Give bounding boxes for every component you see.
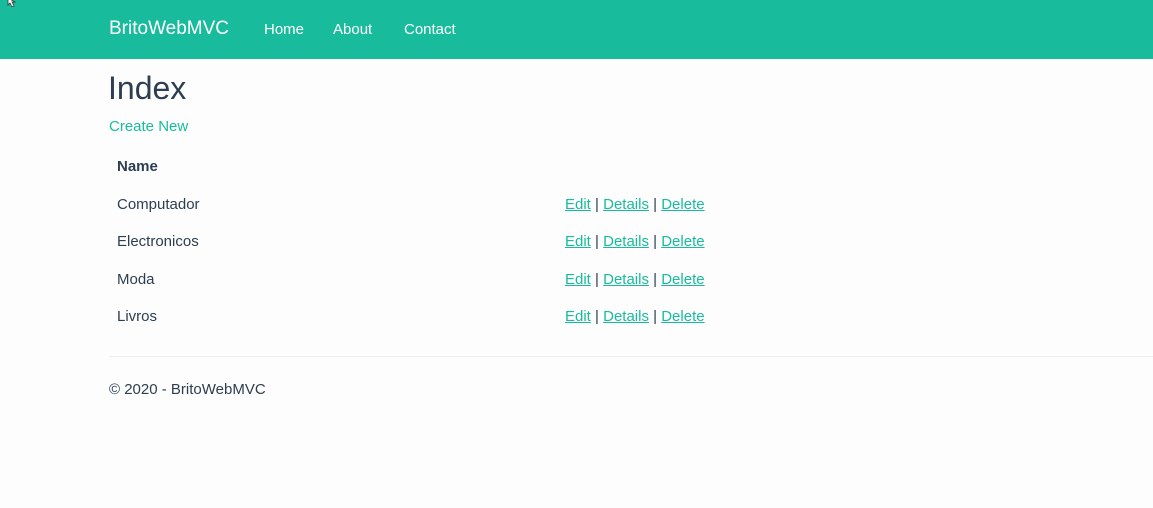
table-row: Livros Edit | Details | Delete [109, 307, 1153, 344]
navbar: BritoWebMVC Home About Contact [0, 0, 1153, 59]
details-link[interactable]: Details [603, 233, 649, 250]
create-new-link[interactable]: Create New [109, 117, 188, 136]
footer-text: © 2020 - BritoWebMVC [109, 381, 266, 398]
details-link[interactable]: Details [603, 271, 649, 288]
divider [109, 356, 1153, 357]
delete-link[interactable]: Delete [661, 308, 704, 325]
edit-link[interactable]: Edit [565, 271, 591, 288]
row-name: Moda [117, 271, 155, 288]
table-row: Moda Edit | Details | Delete [109, 270, 1153, 307]
row-actions: Edit | Details | Delete [565, 270, 705, 289]
row-name: Computador [117, 196, 200, 213]
row-name: Livros [117, 308, 158, 325]
delete-link[interactable]: Delete [661, 196, 704, 213]
column-header-name: Name [117, 158, 158, 175]
edit-link[interactable]: Edit [565, 233, 591, 250]
separator: | [653, 233, 658, 250]
row-actions: Edit | Details | Delete [565, 232, 705, 251]
row-name: Electronicos [117, 233, 199, 250]
separator: | [595, 271, 599, 288]
brand-link[interactable]: BritoWebMVC [109, 17, 229, 41]
separator: | [595, 233, 599, 250]
row-actions: Edit | Details | Delete [565, 195, 705, 214]
page-title: Index [108, 70, 187, 106]
edit-link[interactable]: Edit [565, 196, 591, 213]
mouse-cursor-icon [7, 0, 17, 7]
details-link[interactable]: Details [603, 196, 649, 213]
separator: | [595, 196, 599, 213]
edit-link[interactable]: Edit [565, 308, 591, 325]
delete-link[interactable]: Delete [661, 271, 704, 288]
table-row: Computador Edit | Details | Delete [109, 195, 1153, 232]
row-actions: Edit | Details | Delete [565, 307, 705, 326]
nav-link-about[interactable]: About [333, 20, 372, 39]
separator: | [653, 196, 658, 213]
nav-link-contact[interactable]: Contact [404, 20, 456, 39]
separator: | [595, 308, 599, 325]
separator: | [653, 308, 658, 325]
separator: | [653, 271, 658, 288]
table-row: Electronicos Edit | Details | Delete [109, 232, 1153, 269]
delete-link[interactable]: Delete [661, 233, 704, 250]
details-link[interactable]: Details [603, 308, 649, 325]
nav-link-home[interactable]: Home [264, 20, 304, 39]
